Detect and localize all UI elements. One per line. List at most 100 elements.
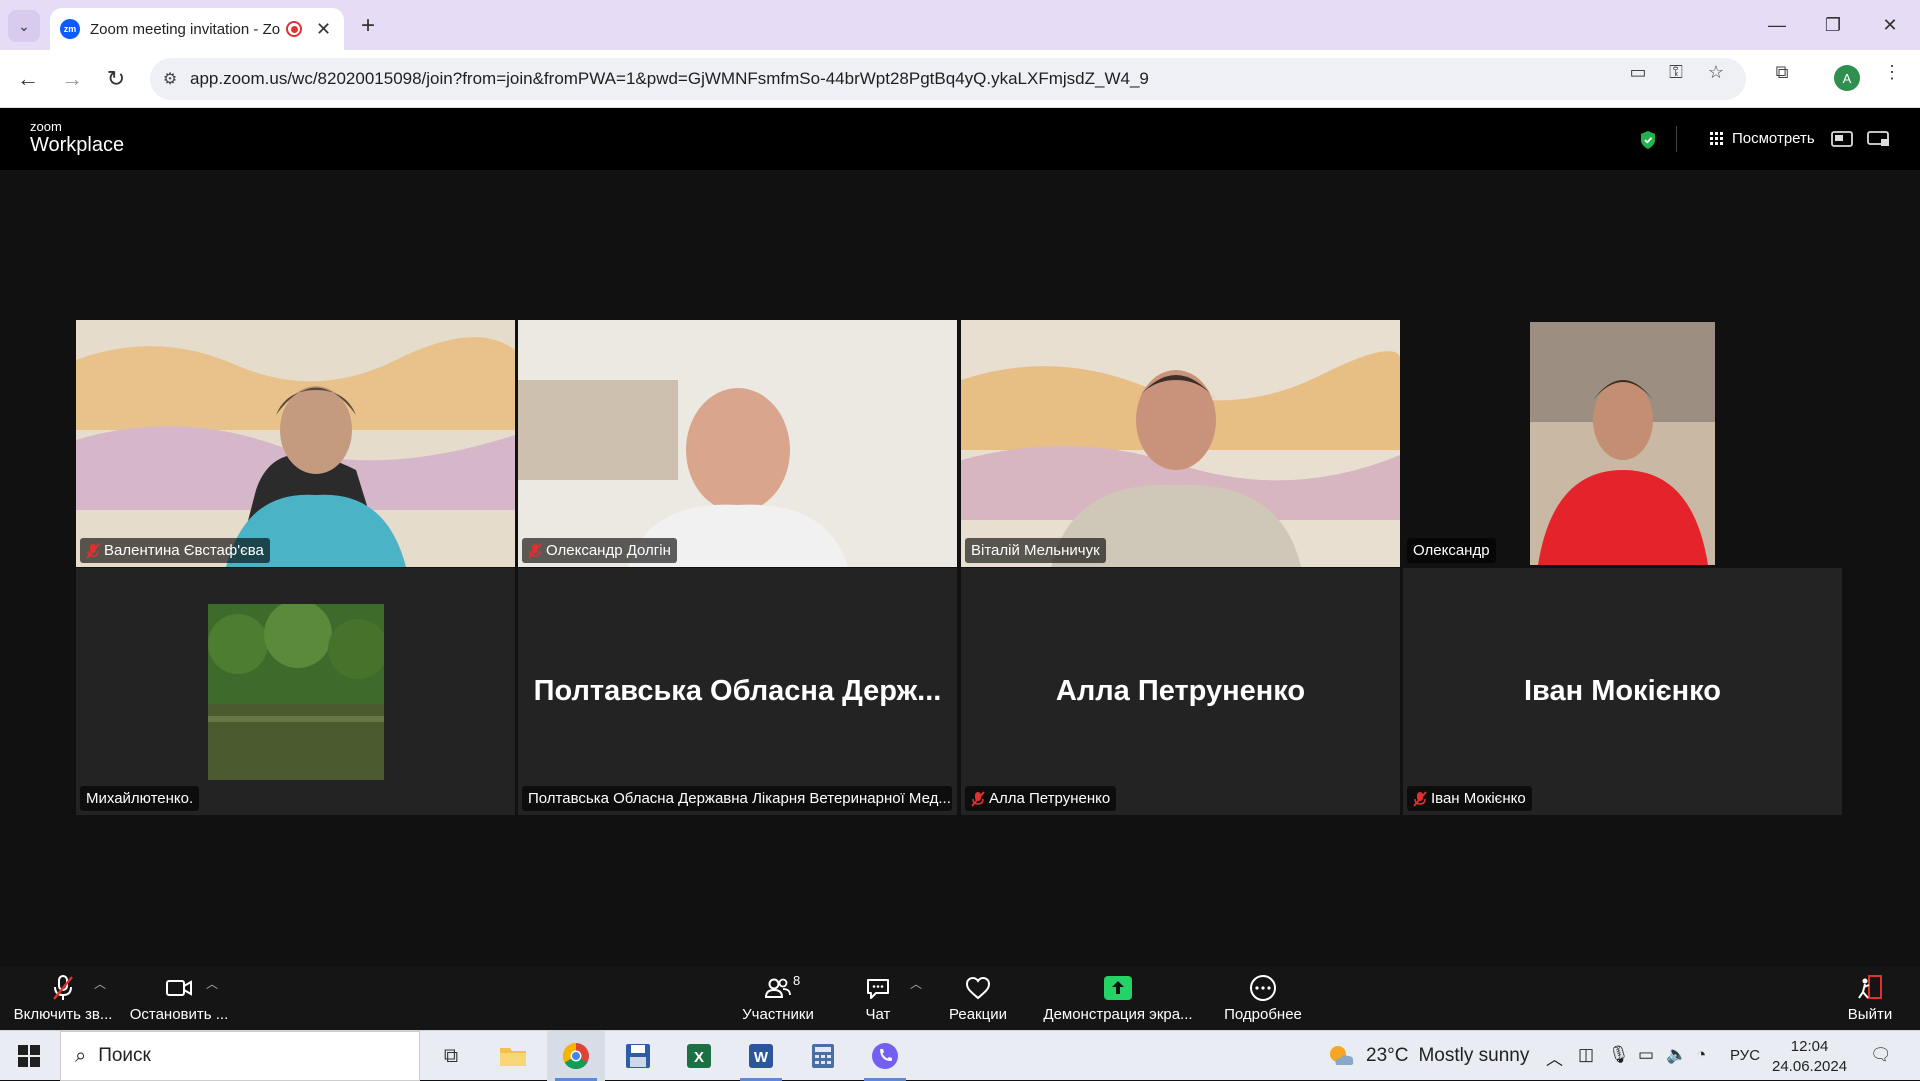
participant-avatar-image bbox=[208, 604, 384, 780]
browser-toolbar: ← → ↻ ⚙ app.zoom.us/wc/82020015098/join?… bbox=[0, 50, 1920, 108]
wifi-icon[interactable]: ◔ bbox=[1696, 1045, 1706, 1065]
participant-video bbox=[76, 320, 515, 567]
participant-tile[interactable]: Алла Петруненко Алла Петруненко bbox=[961, 568, 1400, 815]
input-language-indicator[interactable]: РУС bbox=[1730, 1047, 1760, 1064]
header-divider bbox=[1676, 126, 1677, 152]
participant-tile[interactable]: Віталій Мельничук bbox=[961, 320, 1400, 567]
reload-button[interactable]: ↻ bbox=[100, 63, 132, 95]
participant-video bbox=[961, 320, 1400, 567]
zoom-workplace-logo: zoom Workplace bbox=[30, 119, 125, 156]
word-icon[interactable]: W bbox=[732, 1031, 790, 1081]
save-disk-app-icon[interactable] bbox=[609, 1031, 667, 1081]
tab-search-button[interactable]: ⌄ bbox=[8, 10, 40, 42]
close-window-button[interactable]: ✕ bbox=[1866, 10, 1914, 40]
tab-title: Zoom meeting invitation - Zoom bbox=[90, 20, 280, 38]
meeting-controls-bar: Включить зв... ︿ Остановить ... ︿ Участн… bbox=[0, 967, 1920, 1030]
encryption-shield-icon[interactable] bbox=[1639, 130, 1657, 150]
reactions-button[interactable]: Реакции bbox=[940, 967, 1016, 1030]
svg-text:X: X bbox=[694, 1049, 704, 1066]
camera-in-use-icon[interactable]: ◫ bbox=[1578, 1045, 1594, 1065]
calculator-icon[interactable] bbox=[794, 1031, 852, 1081]
viber-icon[interactable] bbox=[856, 1031, 914, 1081]
participant-tile-active-speaker[interactable]: Олександр bbox=[1403, 320, 1842, 567]
participant-name-tag: Алла Петруненко bbox=[965, 786, 1117, 811]
volume-icon[interactable]: 🔈 bbox=[1666, 1045, 1687, 1065]
more-ellipsis-icon bbox=[1250, 975, 1276, 1001]
minimize-window-button[interactable]: — bbox=[1753, 10, 1801, 40]
taskbar-clock[interactable]: 12:04 24.06.2024 bbox=[1772, 1037, 1847, 1077]
browser-menu-icon[interactable]: ⋮ bbox=[1880, 60, 1904, 84]
participant-name-tag: Валентина Євстаф'єва bbox=[80, 538, 270, 563]
windows-start-icon[interactable] bbox=[18, 1045, 40, 1067]
meeting-stage: Валентина Євстаф'єва Олександр Долгін Ві… bbox=[0, 170, 1920, 967]
excel-icon[interactable]: X bbox=[670, 1031, 728, 1081]
participant-name-tag: Михайлютенко. bbox=[80, 786, 200, 811]
participant-name-tag: Олександр Долгін bbox=[522, 538, 677, 563]
leave-meeting-button[interactable]: Выйти bbox=[1840, 967, 1900, 1030]
participant-tile[interactable]: Валентина Євстаф'єва bbox=[76, 320, 515, 567]
url-text: app.zoom.us/wc/82020015098/join?from=joi… bbox=[190, 69, 1149, 88]
participant-tile[interactable]: Іван Мокієнко Іван Мокієнко bbox=[1403, 568, 1842, 815]
svg-text:W: W bbox=[754, 1049, 769, 1066]
partly-sunny-icon bbox=[1330, 1046, 1354, 1065]
share-screen-button[interactable]: Демонстрация экра... bbox=[1036, 967, 1200, 1030]
windows-taskbar: ⌕ Поиск ⧉ X W 23°C Mostly sunny ︿ ◫ 🎙 ▭ … bbox=[0, 1030, 1920, 1081]
new-tab-button[interactable]: + bbox=[352, 10, 384, 42]
video-camera-icon bbox=[166, 980, 192, 996]
password-key-icon[interactable]: ⚿ bbox=[1664, 60, 1688, 84]
chat-options-chevron-icon[interactable]: ︿ bbox=[910, 975, 922, 992]
heart-icon bbox=[965, 976, 991, 1000]
battery-icon[interactable]: ▭ bbox=[1638, 1045, 1654, 1065]
bookmark-star-icon[interactable]: ☆ bbox=[1704, 60, 1728, 84]
muted-mic-icon bbox=[86, 542, 100, 559]
participant-display-name: Алла Петруненко bbox=[1055, 675, 1306, 707]
participant-name-tag: Полтавська Обласна Державна Лікарня Вете… bbox=[522, 786, 952, 811]
participant-name-tag: Віталій Мельничук bbox=[965, 538, 1106, 563]
task-view-icon[interactable]: ⧉ bbox=[422, 1031, 480, 1081]
zoom-favicon-icon: zm bbox=[60, 19, 80, 39]
extensions-icon[interactable]: ⧉ bbox=[1770, 60, 1794, 84]
chevron-down-icon: ⌄ bbox=[18, 17, 30, 34]
file-explorer-icon[interactable] bbox=[484, 1031, 542, 1081]
profile-avatar[interactable]: A bbox=[1834, 65, 1860, 91]
participant-tile[interactable]: Полтавська Обласна Держ... Полтавська Об… bbox=[518, 568, 957, 815]
camera-permission-icon[interactable]: ▭ bbox=[1626, 60, 1650, 84]
address-bar[interactable]: ⚙ app.zoom.us/wc/82020015098/join?from=j… bbox=[150, 58, 1746, 100]
participant-display-name: Іван Мокієнко bbox=[1523, 675, 1722, 707]
close-tab-icon[interactable]: ✕ bbox=[316, 19, 331, 40]
notifications-icon[interactable]: 🗨 bbox=[1870, 1045, 1892, 1065]
chrome-taskbar-icon[interactable] bbox=[547, 1031, 605, 1081]
participant-video bbox=[518, 320, 957, 567]
site-info-icon[interactable]: ⚙ bbox=[150, 69, 190, 89]
recording-indicator-icon bbox=[286, 21, 302, 37]
zoom-header: zoom Workplace Посмотреть bbox=[0, 108, 1920, 170]
more-options-button[interactable]: Подробнее bbox=[1215, 967, 1311, 1030]
participant-name-tag: Іван Мокієнко bbox=[1407, 786, 1532, 811]
show-hidden-icons-chevron-icon[interactable]: ︿ bbox=[1546, 1045, 1563, 1070]
participant-name-tag: Олександр bbox=[1407, 538, 1496, 563]
browser-tab-zoom[interactable]: zm Zoom meeting invitation - Zoom ✕ bbox=[50, 8, 344, 50]
grid-icon bbox=[1710, 131, 1723, 145]
participant-tile[interactable]: Михайлютенко. bbox=[76, 568, 515, 815]
restore-window-button[interactable]: ❐ bbox=[1809, 10, 1857, 40]
chat-button[interactable]: Чат bbox=[848, 967, 908, 1030]
participants-button[interactable]: Участники bbox=[737, 967, 819, 1030]
picture-in-picture-icon[interactable] bbox=[1830, 128, 1856, 150]
microphone-in-use-icon[interactable]: 🎙 bbox=[1608, 1045, 1630, 1065]
video-options-chevron-icon[interactable]: ︿ bbox=[206, 975, 218, 992]
view-button[interactable]: Посмотреть bbox=[1710, 130, 1815, 147]
weather-widget[interactable]: 23°C Mostly sunny bbox=[1326, 1031, 1529, 1081]
browser-tab-strip: ⌄ zm Zoom meeting invitation - Zoom ✕ + … bbox=[0, 0, 1920, 50]
back-button[interactable]: ← bbox=[12, 63, 44, 95]
chat-bubble-icon bbox=[867, 979, 889, 999]
participant-tile[interactable]: Олександр Долгін bbox=[518, 320, 957, 567]
forward-button[interactable]: → bbox=[56, 63, 88, 95]
audio-options-chevron-icon[interactable]: ︿ bbox=[94, 975, 106, 992]
screen-layout-icon[interactable] bbox=[1866, 128, 1892, 150]
search-icon: ⌕ bbox=[75, 1044, 87, 1067]
taskbar-search-box[interactable]: ⌕ Поиск bbox=[60, 1031, 420, 1081]
leave-door-icon bbox=[1858, 975, 1882, 999]
muted-mic-icon bbox=[971, 790, 985, 807]
participants-count-badge: 8 bbox=[793, 973, 801, 988]
participant-video bbox=[1403, 320, 1842, 567]
